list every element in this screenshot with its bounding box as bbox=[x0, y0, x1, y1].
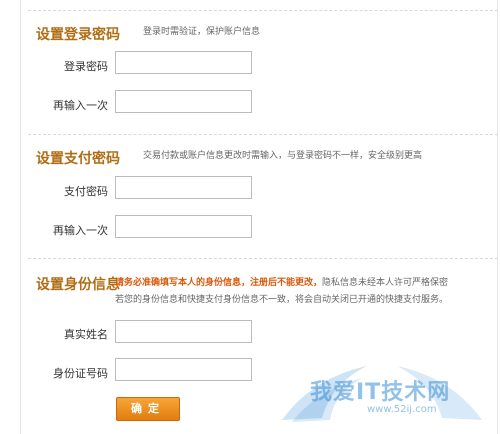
section-divider bbox=[28, 10, 498, 11]
section-hint-identity: 请务必准确填写本人的身份信息，注册后不能更改，隐私信息未经本人许可严格保密 bbox=[115, 276, 448, 290]
identity-hint-line2: 若您的身份信息和快捷支付身份信息不一致，将会自动关闭已开通的快捷支付服务。 bbox=[115, 295, 449, 305]
form-panel: 设置登录密码 登录时需验证，保护账户信息 登录密码 再输入一次 设置支付密码 交… bbox=[0, 0, 500, 434]
section-hint-payment: 交易付款或账户信息更改时需输入，与登录密码不一样，安全级别更高 bbox=[143, 151, 423, 161]
real-name-label: 真实姓名 bbox=[64, 328, 108, 341]
pay-password-label: 支付密码 bbox=[64, 185, 108, 198]
section-title-payment: 设置支付密码 bbox=[36, 151, 120, 167]
pay-password-input[interactable] bbox=[115, 176, 252, 199]
section-title-identity: 设置身份信息 bbox=[36, 277, 120, 293]
watermark-url: www.52ij.com bbox=[367, 404, 437, 415]
confirm-button[interactable]: 确定 bbox=[116, 397, 180, 421]
right-border bbox=[497, 0, 498, 434]
login-password-input[interactable] bbox=[115, 51, 252, 74]
id-number-label: 身份证号码 bbox=[53, 367, 108, 380]
section-divider bbox=[28, 258, 498, 259]
site-watermark: 我爱IT技术网 www.52ij.com bbox=[272, 358, 492, 428]
watermark-text: 我爱IT技术网 bbox=[310, 380, 451, 405]
section-title-login: 设置登录密码 bbox=[36, 27, 120, 43]
section-hint-login: 登录时需验证，保护账户信息 bbox=[143, 27, 261, 37]
real-name-input[interactable] bbox=[115, 320, 252, 343]
login-password-label: 登录密码 bbox=[64, 60, 108, 73]
login-password-confirm-label: 再输入一次 bbox=[53, 99, 108, 112]
pay-password-confirm-label: 再输入一次 bbox=[53, 224, 108, 237]
identity-warning: 请务必准确填写本人的身份信息，注册后不能更改， bbox=[115, 278, 323, 288]
pay-password-confirm-input[interactable] bbox=[115, 215, 252, 238]
section-divider bbox=[28, 134, 498, 135]
identity-privacy-note: 隐私信息未经本人许可严格保密 bbox=[322, 278, 449, 288]
login-password-confirm-input[interactable] bbox=[115, 90, 252, 113]
id-number-input[interactable] bbox=[115, 358, 252, 381]
